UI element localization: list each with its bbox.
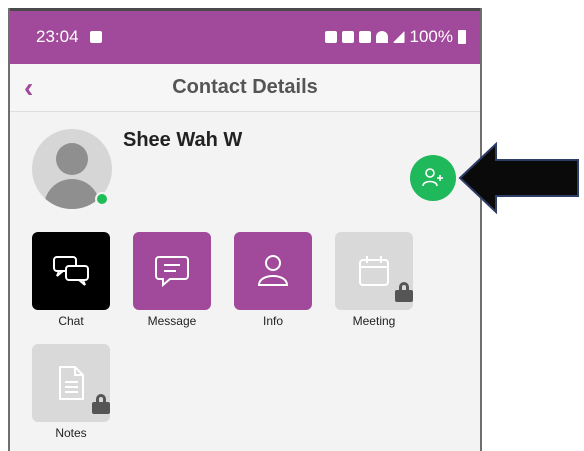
photo-icon: [90, 31, 102, 43]
status-icons: 100%: [324, 27, 466, 47]
chat-icon: [53, 256, 89, 286]
meeting-label: Meeting: [352, 314, 396, 328]
device-frame-top: [8, 8, 482, 11]
nfc-icon: [324, 31, 337, 43]
vibrate-icon: [341, 31, 354, 43]
status-bar: 23:04 100%: [8, 11, 482, 64]
info-button[interactable]: [234, 232, 312, 310]
battery-icon: [458, 30, 466, 44]
add-contact-button[interactable]: [410, 155, 456, 201]
message-button[interactable]: [133, 232, 211, 310]
meeting-button[interactable]: [335, 232, 413, 310]
avatar-body: [44, 179, 100, 209]
mute-icon: [358, 31, 371, 43]
contact-name: Shee Wah W: [123, 129, 243, 151]
notes-label: Notes: [55, 426, 87, 440]
document-icon: [59, 366, 84, 400]
chat-button[interactable]: [32, 232, 110, 310]
battery-percent: 100%: [409, 27, 453, 46]
wifi-icon: [375, 31, 388, 43]
message-label: Message: [147, 314, 197, 328]
page-title: Contact Details: [172, 76, 318, 98]
signal-icon: [392, 31, 405, 43]
lock-icon: [92, 394, 110, 414]
notes-button[interactable]: [32, 344, 110, 422]
avatar-head: [56, 143, 88, 175]
person-icon: [257, 255, 289, 286]
app-bar: ‹ Contact Details: [8, 64, 482, 112]
lock-icon: [395, 282, 413, 302]
device-frame-left: [8, 8, 10, 451]
device-frame-right: [480, 8, 482, 451]
calendar-icon: [359, 256, 389, 286]
status-time: 23:04: [36, 27, 79, 46]
online-status-dot: [95, 192, 109, 206]
add-person-icon: [422, 168, 443, 187]
chat-label: Chat: [58, 314, 84, 328]
phone-screen: 23:04 100% ‹ Contact Details Shee Wah W: [8, 8, 482, 451]
pointer-arrow-icon: [458, 142, 579, 214]
message-icon: [155, 256, 189, 288]
info-label: Info: [262, 314, 283, 328]
